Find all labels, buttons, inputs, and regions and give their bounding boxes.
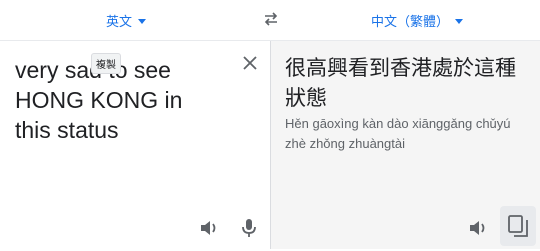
speaker-icon[interactable]: [197, 216, 221, 240]
language-bar: 英文 中文（繁體）: [0, 0, 540, 40]
close-icon[interactable]: [240, 53, 260, 73]
microphone-icon[interactable]: [237, 216, 261, 240]
source-pane: very sad to see HONG KONG in this status…: [0, 41, 271, 249]
romanization-text: Hěn gāoxìng kàn dào xiānggǎng chǔyú zhè …: [285, 116, 511, 151]
chevron-down-icon: [455, 19, 464, 24]
target-language-selector[interactable]: 中文（繁體）: [371, 11, 464, 30]
source-language-selector[interactable]: 英文: [106, 11, 147, 30]
speaker-icon[interactable]: [466, 216, 490, 240]
translation-text: 很高興看到香港處於這種狀態: [285, 57, 516, 110]
source-language-label: 英文: [106, 14, 133, 29]
copy-tooltip: 複製: [91, 53, 121, 74]
target-language-label: 中文（繁體）: [371, 14, 450, 29]
source-textarea[interactable]: very sad to see HONG KONG in this status: [15, 55, 230, 145]
copy-button[interactable]: [500, 206, 536, 246]
copy-icon: [508, 215, 528, 237]
chevron-down-icon: [138, 19, 147, 24]
swap-icon[interactable]: [261, 9, 281, 29]
